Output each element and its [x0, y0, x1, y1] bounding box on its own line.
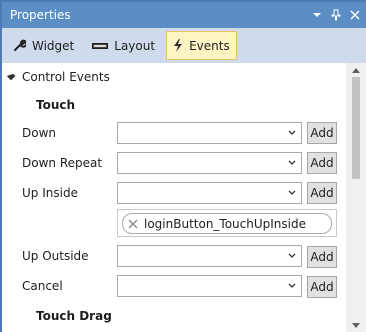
tab-layout-label: Layout — [114, 38, 156, 53]
scroll-up-icon[interactable] — [346, 63, 366, 77]
chevron-down-icon — [287, 188, 297, 198]
up-outside-event-combo[interactable] — [117, 245, 302, 267]
tab-events[interactable]: Events — [166, 31, 237, 60]
row-label-up-outside: Up Outside — [22, 249, 89, 263]
up-inside-event-combo[interactable] — [117, 182, 302, 204]
add-up-inside-button[interactable]: Add — [307, 182, 337, 204]
window-title: Properties — [10, 8, 71, 22]
properties-content: Control Events Touch Down Add Down Repea… — [2, 63, 366, 332]
scrollbar-thumb[interactable] — [352, 77, 360, 179]
handler-chip[interactable]: loginButton_TouchUpInside — [122, 213, 332, 234]
chevron-down-icon — [287, 281, 297, 291]
row-label-cancel: Cancel — [22, 279, 63, 293]
cancel-event-combo[interactable] — [117, 275, 302, 297]
section-title: Control Events — [22, 70, 110, 84]
row-label-down: Down — [22, 126, 57, 140]
collapse-arrow-icon[interactable] — [6, 71, 16, 81]
properties-window: Properties Widget Layout Events Control … — [0, 0, 366, 332]
down-repeat-event-combo[interactable] — [117, 152, 302, 174]
group-title-touch: Touch — [36, 98, 76, 112]
handler-chip-label: loginButton_TouchUpInside — [144, 216, 306, 231]
scroll-down-icon[interactable] — [346, 318, 366, 332]
pin-icon[interactable] — [328, 7, 344, 23]
row-label-up-inside: Up Inside — [22, 186, 78, 200]
tab-widget-label: Widget — [32, 38, 75, 53]
add-up-outside-button[interactable]: Add — [307, 246, 337, 268]
tab-widget[interactable]: Widget — [6, 31, 81, 60]
chevron-down-icon — [287, 251, 297, 261]
down-event-combo[interactable] — [117, 122, 302, 144]
layout-icon — [92, 42, 109, 50]
remove-handler-icon[interactable] — [128, 219, 138, 229]
group-title-touch-drag: Touch Drag — [36, 309, 112, 323]
add-down-repeat-button[interactable]: Add — [307, 152, 337, 174]
vertical-scrollbar[interactable] — [346, 63, 366, 332]
title-bar[interactable]: Properties — [2, 2, 366, 28]
properties-toolbar: Widget Layout Events — [2, 28, 366, 63]
window-menu-dropdown-icon[interactable] — [309, 7, 325, 23]
tab-events-label: Events — [189, 38, 230, 53]
chevron-down-icon — [287, 158, 297, 168]
add-cancel-button[interactable]: Add — [307, 276, 337, 298]
add-down-button[interactable]: Add — [307, 122, 337, 144]
chevron-down-icon — [287, 128, 297, 138]
tab-layout[interactable]: Layout — [85, 31, 162, 60]
section-control-events[interactable]: Control Events — [6, 69, 110, 85]
row-label-down-repeat: Down Repeat — [22, 156, 103, 170]
up-inside-handlers-list: loginButton_TouchUpInside — [117, 209, 337, 237]
lightning-icon — [173, 39, 183, 52]
wrench-icon — [13, 39, 26, 52]
close-icon[interactable] — [347, 7, 363, 23]
